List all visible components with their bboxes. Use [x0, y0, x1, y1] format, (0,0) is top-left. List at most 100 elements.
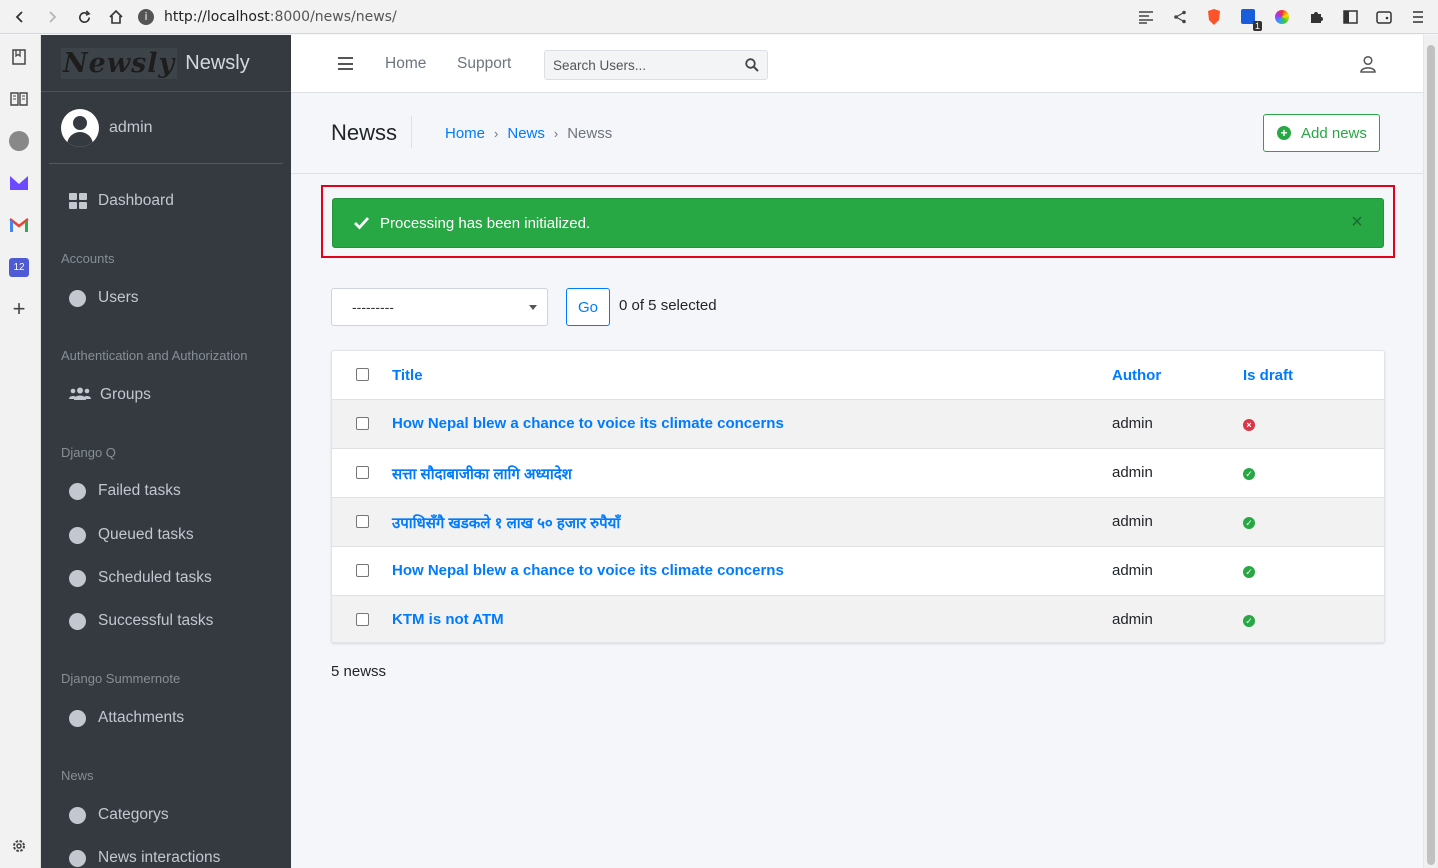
action-select-value: --------- [352, 299, 394, 315]
sidebar-item-categorys[interactable]: Categorys [49, 795, 283, 835]
plus-circle-icon: + [1277, 126, 1291, 140]
leo-ai-icon[interactable] [8, 130, 30, 152]
add-news-button[interactable]: + Add news [1263, 114, 1380, 152]
sidebar-item-failed-tasks[interactable]: Failed tasks [49, 471, 283, 511]
row-checkbox[interactable] [356, 564, 369, 577]
action-select[interactable]: --------- [331, 288, 548, 326]
sidebar-item-label: Dashboard [98, 192, 174, 209]
brand-logo: Newsly [61, 47, 178, 79]
sidebar-toggle-icon[interactable] [1340, 7, 1360, 27]
column-header-is-draft[interactable]: Is draft [1243, 367, 1293, 384]
settings-gear-icon[interactable] [8, 835, 30, 857]
home-button[interactable] [101, 2, 131, 32]
browser-toolbar: i http://localhost:8000/news/news/ 1 [0, 0, 1438, 34]
sidebar-item-queued-tasks[interactable]: Queued tasks [49, 515, 283, 555]
back-button[interactable] [5, 2, 35, 32]
circle-icon [69, 569, 86, 587]
reload-icon [78, 9, 91, 23]
sidebar-item-users[interactable]: Users [49, 278, 283, 318]
user-panel[interactable]: admin [49, 92, 283, 164]
status-yes-icon: ✓ [1243, 566, 1255, 578]
search-form [544, 50, 768, 80]
reading-list-icon[interactable] [8, 88, 30, 110]
select-all-checkbox[interactable] [356, 368, 369, 381]
column-header-author[interactable]: Author [1112, 367, 1161, 384]
sidebar-item-label: Users [98, 289, 139, 306]
sidebar-item-groups[interactable]: Groups [49, 375, 283, 415]
sidebar-item-news-interactions[interactable]: News interactions [49, 838, 283, 868]
news-title-link[interactable]: उपाधिसँगै खडकले १ लाख ५० हजार रुपैयाँ [392, 513, 620, 533]
bookmarks-icon[interactable] [8, 46, 30, 68]
sidebar-item-label: Successful tasks [98, 612, 214, 629]
sidebar-item-label: News interactions [98, 849, 221, 866]
table-row: How Nepal blew a chance to voice its cli… [332, 547, 1384, 596]
reader-mode-icon[interactable] [1136, 7, 1156, 27]
brand-link[interactable]: Newsly Newsly [41, 35, 291, 92]
row-checkbox[interactable] [356, 466, 369, 479]
news-title-link[interactable]: How Nepal blew a chance to voice its cli… [392, 562, 784, 579]
sidebar-item-label: Groups [100, 386, 151, 403]
nav-support-link[interactable]: Support [457, 55, 511, 73]
browser-extensions: 1 [1136, 4, 1428, 31]
calendar-date: 12 [9, 257, 29, 277]
add-panel-icon[interactable]: + [8, 296, 30, 321]
sidebar-header-summernote: Django Summernote [61, 671, 181, 686]
share-icon[interactable] [1170, 7, 1190, 27]
news-author: admin [1112, 513, 1153, 530]
back-arrow-icon [15, 11, 23, 23]
calendar-icon[interactable]: 12 [8, 256, 30, 278]
hamburger-menu-icon[interactable] [338, 57, 353, 70]
circle-icon [69, 612, 86, 630]
scroll-thumb[interactable] [1427, 45, 1435, 865]
url-host: http://localhost [164, 8, 270, 25]
menu-icon[interactable] [1408, 7, 1428, 27]
check-icon [354, 217, 370, 230]
address-bar[interactable]: i http://localhost:8000/news/news/ [138, 4, 1218, 29]
breadcrumb-home[interactable]: Home [445, 125, 485, 142]
news-title-link[interactable]: How Nepal blew a chance to voice its cli… [392, 415, 784, 432]
news-title-link[interactable]: KTM is not ATM [392, 611, 504, 628]
status-yes-icon: ✓ [1243, 468, 1255, 480]
circle-icon [69, 709, 86, 727]
circle-icon [69, 482, 86, 500]
reload-button[interactable] [69, 2, 99, 32]
color-picker-icon[interactable] [1272, 7, 1292, 27]
proton-mail-icon[interactable] [8, 172, 30, 194]
breadcrumb: Home › News › Newss [445, 125, 612, 142]
status-no-icon: × [1243, 419, 1255, 431]
dashboard-icon [69, 193, 87, 209]
sidebar-item-scheduled-tasks[interactable]: Scheduled tasks [49, 558, 283, 598]
table-row: How Nepal blew a chance to voice its cli… [332, 400, 1384, 449]
bitwarden-icon[interactable]: 1 [1238, 7, 1262, 31]
breadcrumb-news[interactable]: News [507, 125, 545, 142]
row-checkbox[interactable] [356, 613, 369, 626]
column-header-title[interactable]: Title [392, 367, 423, 384]
sidebar-item-attachments[interactable]: Attachments [49, 698, 283, 738]
extensions-puzzle-icon[interactable] [1306, 7, 1326, 27]
search-icon [745, 58, 759, 72]
go-button[interactable]: Go [566, 288, 610, 326]
row-checkbox[interactable] [356, 515, 369, 528]
news-author: admin [1112, 562, 1153, 579]
gmail-icon[interactable] [8, 214, 30, 236]
table-row: उपाधिसँगै खडकले १ लाख ५० हजार रुपैयाँ ad… [332, 498, 1384, 547]
sidebar-item-successful-tasks[interactable]: Successful tasks [49, 601, 283, 641]
forward-button[interactable] [37, 2, 67, 32]
sidebar-item-dashboard[interactable]: Dashboard [49, 181, 283, 221]
alert-close-button[interactable]: × [1347, 211, 1367, 233]
page-scrollbar[interactable] [1423, 35, 1438, 868]
search-button[interactable] [737, 51, 767, 79]
row-checkbox[interactable] [356, 417, 369, 430]
site-info-icon[interactable]: i [138, 8, 154, 25]
news-title-link[interactable]: सत्ता सौदाबाजीका लागि अध्यादेश [392, 464, 572, 484]
wallet-icon[interactable] [1374, 7, 1394, 27]
brave-shield-icon[interactable] [1204, 7, 1224, 27]
title-divider [411, 116, 412, 148]
table-header-row: Title Author Is draft [332, 351, 1384, 400]
user-menu-icon[interactable] [1359, 55, 1377, 73]
search-input[interactable] [545, 51, 737, 79]
header-divider [291, 173, 1423, 174]
url-path: :8000/news/news/ [269, 8, 397, 25]
sidebar-header-accounts: Accounts [61, 251, 115, 266]
nav-home-link[interactable]: Home [385, 55, 426, 73]
